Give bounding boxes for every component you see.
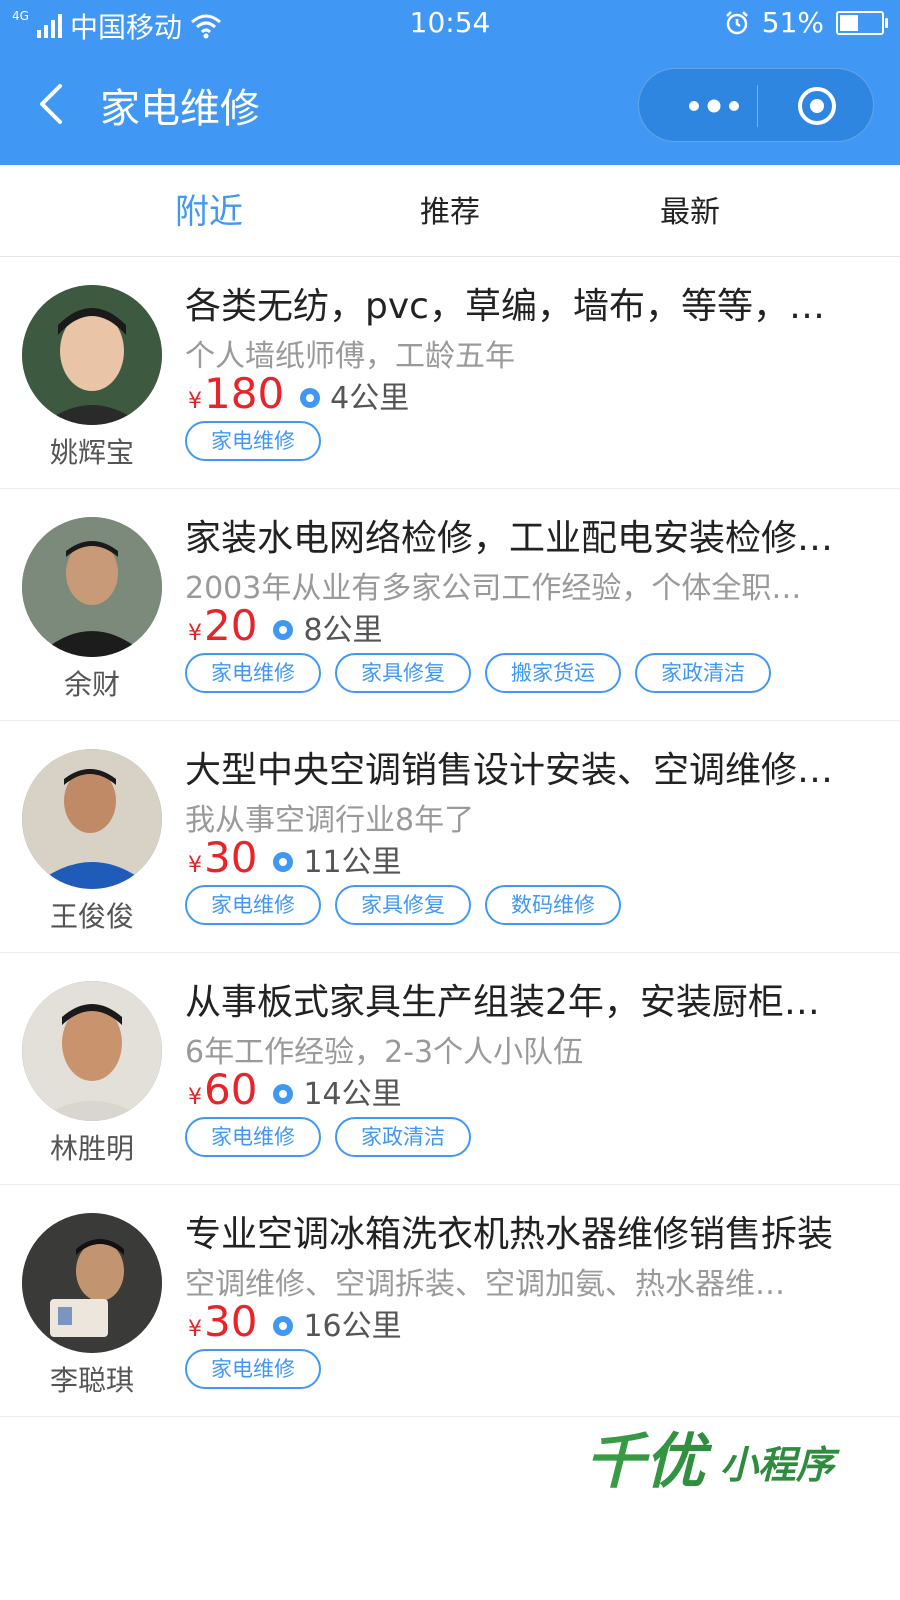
tab-bar: 附近 推荐 最新 bbox=[0, 165, 900, 257]
location-icon bbox=[273, 1316, 294, 1336]
category-tag[interactable]: 家电维修 bbox=[185, 1349, 321, 1389]
worker-name: 姚辉宝 bbox=[49, 436, 134, 469]
worker-name: 林胜明 bbox=[49, 1132, 134, 1165]
tag-list: 家电维修 家政清洁 bbox=[185, 1117, 471, 1157]
service-title: 家装水电网络检修，工业配电安装检修… bbox=[185, 518, 834, 559]
location-icon bbox=[273, 620, 294, 640]
svg-text:千优: 千优 bbox=[585, 1427, 713, 1497]
back-chevron-icon[interactable] bbox=[30, 80, 78, 128]
category-tag[interactable]: 数码维修 bbox=[485, 885, 621, 925]
location-icon bbox=[273, 1084, 294, 1104]
status-bar: 4G 中国移动 10:54 51% bbox=[0, 0, 900, 48]
price: 60 bbox=[204, 1065, 258, 1114]
price-row: ¥ 20 8公里 bbox=[188, 601, 383, 650]
tag-list: 家电维修 家具修复 数码维修 bbox=[185, 885, 621, 925]
category-tag[interactable]: 家电维修 bbox=[185, 1117, 321, 1157]
mini-program-capsule bbox=[638, 68, 874, 142]
svg-text:小程序: 小程序 bbox=[720, 1442, 840, 1487]
avatar bbox=[22, 981, 162, 1121]
worker-name: 王俊俊 bbox=[49, 900, 134, 933]
price: 30 bbox=[204, 833, 258, 882]
worker-list: 姚辉宝 各类无纺，pvc，草编，墙布，等等，… 个人墙纸师傅，工龄五年 ¥ 18… bbox=[0, 257, 900, 1417]
category-tag[interactable]: 家电维修 bbox=[185, 653, 321, 693]
worker-name: 李聪琪 bbox=[49, 1364, 134, 1397]
alarm-icon bbox=[725, 10, 748, 34]
tag-list: 家电维修 bbox=[185, 421, 321, 461]
price: 20 bbox=[204, 601, 258, 650]
price-row: ¥ 60 14公里 bbox=[188, 1065, 402, 1114]
list-item[interactable]: 林胜明 从事板式家具生产组装2年，安装厨柜… 6年工作经验，2-3个人小队伍 ¥… bbox=[0, 953, 900, 1185]
list-item[interactable]: 姚辉宝 各类无纺，pvc，草编，墙布，等等，… 个人墙纸师傅，工龄五年 ¥ 18… bbox=[0, 257, 900, 489]
distance: 14公里 bbox=[303, 1077, 402, 1112]
tab-latest[interactable]: 最新 bbox=[660, 187, 720, 231]
target-circle-icon[interactable] bbox=[795, 84, 839, 128]
currency-symbol: ¥ bbox=[188, 621, 202, 646]
currency-symbol: ¥ bbox=[188, 1085, 202, 1110]
service-title: 大型中央空调销售设计安装、空调维修… bbox=[185, 750, 834, 791]
price-row: ¥ 30 16公里 bbox=[188, 1297, 402, 1346]
currency-symbol: ¥ bbox=[188, 1317, 202, 1342]
page-title: 家电维修 bbox=[100, 86, 260, 132]
category-tag[interactable]: 家具修复 bbox=[335, 885, 471, 925]
list-item[interactable]: 王俊俊 大型中央空调销售设计安装、空调维修… 我从事空调行业8年了 ¥ 30 1… bbox=[0, 721, 900, 953]
worker-name: 余财 bbox=[63, 668, 120, 701]
list-item[interactable]: 李聪琪 专业空调冰箱洗衣机热水器维修销售拆装 空调维修、空调拆装、空调加氨、热水… bbox=[0, 1185, 900, 1417]
status-right: 51% bbox=[724, 6, 888, 39]
avatar bbox=[22, 517, 162, 657]
currency-symbol: ¥ bbox=[188, 389, 202, 414]
category-tag[interactable]: 搬家货运 bbox=[485, 653, 621, 693]
category-tag[interactable]: 家政清洁 bbox=[635, 653, 771, 693]
price-row: ¥ 180 4公里 bbox=[188, 369, 409, 418]
more-dots-icon[interactable] bbox=[679, 91, 749, 121]
nav-bar: 家电维修 bbox=[0, 48, 900, 165]
battery-icon bbox=[836, 10, 888, 35]
avatar bbox=[22, 285, 162, 425]
distance: 16公里 bbox=[303, 1309, 402, 1344]
category-tag[interactable]: 家具修复 bbox=[335, 653, 471, 693]
service-title: 从事板式家具生产组装2年，安装厨柜… bbox=[185, 982, 820, 1023]
price: 180 bbox=[204, 369, 285, 418]
tag-list: 家电维修 bbox=[185, 1349, 321, 1389]
avatar bbox=[22, 1213, 162, 1353]
category-tag[interactable]: 家电维修 bbox=[185, 885, 321, 925]
price-row: ¥ 30 11公里 bbox=[188, 833, 402, 882]
tab-recommended[interactable]: 推荐 bbox=[420, 187, 480, 231]
tab-nearby[interactable]: 附近 bbox=[175, 184, 243, 233]
distance: 4公里 bbox=[330, 381, 410, 416]
brand-watermark-logo: 千优 小程序 bbox=[585, 1427, 840, 1497]
battery-percent: 51% bbox=[761, 6, 824, 39]
distance: 11公里 bbox=[303, 845, 402, 880]
location-icon bbox=[300, 388, 321, 408]
capsule-divider bbox=[757, 85, 758, 127]
category-tag[interactable]: 家政清洁 bbox=[335, 1117, 471, 1157]
tag-list: 家电维修 家具修复 搬家货运 家政清洁 bbox=[185, 653, 771, 693]
distance: 8公里 bbox=[303, 613, 383, 648]
avatar bbox=[22, 749, 162, 889]
category-tag[interactable]: 家电维修 bbox=[185, 421, 321, 461]
service-title: 专业空调冰箱洗衣机热水器维修销售拆装 bbox=[185, 1214, 834, 1255]
service-title: 各类无纺，pvc，草编，墙布，等等，… bbox=[185, 286, 825, 327]
location-icon bbox=[273, 852, 294, 872]
list-item[interactable]: 余财 家装水电网络检修，工业配电安装检修… 2003年从业有多家公司工作经验，个… bbox=[0, 489, 900, 721]
top-bar: 4G 中国移动 10:54 51% 家电维修 bbox=[0, 0, 900, 165]
currency-symbol: ¥ bbox=[188, 853, 202, 878]
price: 30 bbox=[204, 1297, 258, 1346]
